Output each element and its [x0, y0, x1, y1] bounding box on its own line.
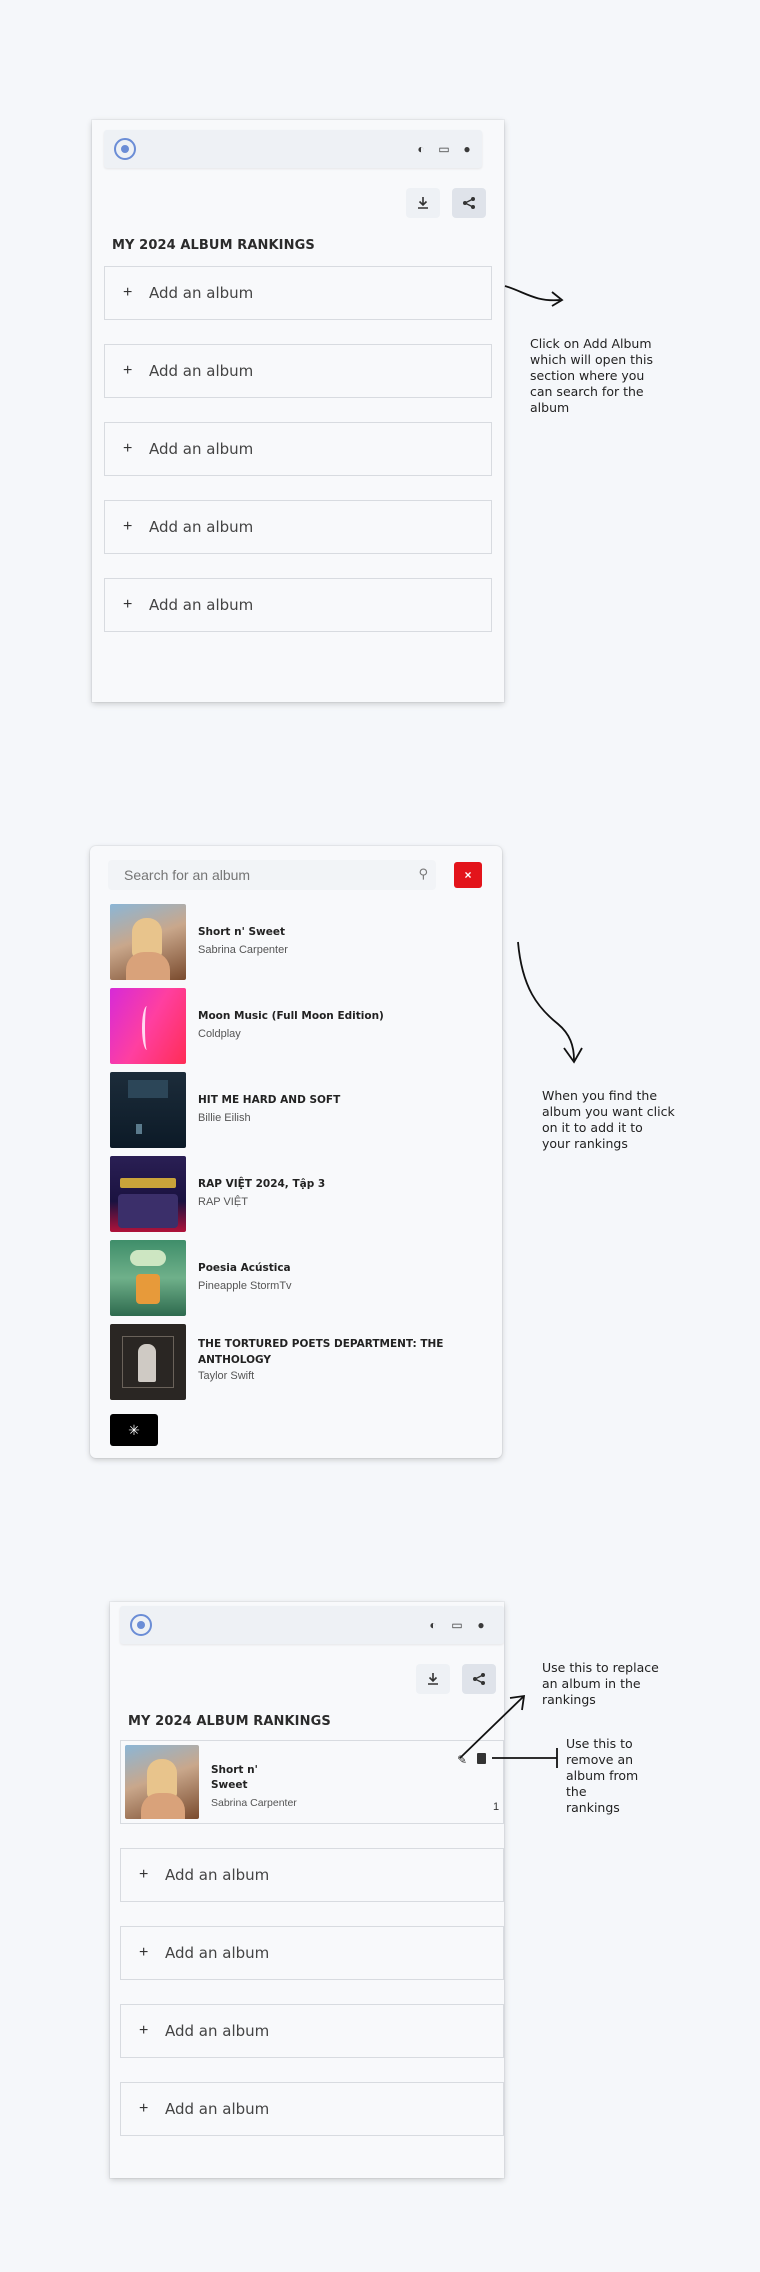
download-icon: [418, 197, 428, 209]
album-artist: Sabrina Carpenter: [198, 944, 288, 956]
search-result-6[interactable]: THE TORTURED POETS DEPARTMENT: THE ANTHO…: [110, 1324, 470, 1402]
search-input[interactable]: [108, 860, 436, 890]
app-logo-icon[interactable]: [130, 1614, 152, 1636]
album-artist: RAP VIỆT: [198, 1196, 248, 1208]
annotation-replace-album: Use this to replace an album in the rank…: [542, 1660, 659, 1707]
add-album-slot-4[interactable]: + Add an album: [104, 500, 492, 554]
rank-number: 1: [493, 1801, 500, 1813]
close-search-button[interactable]: ×: [454, 862, 482, 888]
search-result-1[interactable]: Short n' Sweet Sabrina Carpenter: [110, 904, 470, 982]
album-cover: [110, 988, 186, 1064]
ranked-album-artist: Sabrina Carpenter: [211, 1797, 297, 1809]
search-box[interactable]: ⚲: [108, 860, 436, 890]
ranked-album-card: Short n' Sweet Sabrina Carpenter ✎ 1: [120, 1740, 504, 1824]
album-artist: Billie Eilish: [198, 1112, 251, 1124]
download-button[interactable]: [406, 188, 440, 218]
album-cover: [110, 1156, 186, 1232]
plus-icon: +: [123, 518, 133, 535]
album-artist: Pineapple StormTv: [198, 1280, 292, 1292]
add-album-slot-2[interactable]: + Add an album: [104, 344, 492, 398]
close-icon: ×: [464, 868, 472, 882]
add-album-slot-2[interactable]: + Add an album: [120, 1848, 504, 1902]
album-title: RAP VIỆT 2024, Tập 3: [198, 1178, 326, 1190]
plus-icon: +: [139, 2022, 149, 2039]
album-title: Moon Music (Full Moon Edition): [198, 1010, 384, 1022]
album-search-panel: ⚲ × Short n' Sweet Sabrina Carpenter Moo…: [90, 846, 502, 1458]
plus-icon: +: [139, 2100, 149, 2117]
spinner-icon: ✳: [128, 1421, 140, 1438]
app-logo-icon[interactable]: [114, 138, 136, 160]
annotation-arrow-2: [517, 941, 583, 1064]
share-button[interactable]: [452, 188, 486, 218]
download-icon: [428, 1673, 438, 1685]
feedback-icon[interactable]: ▭: [437, 142, 451, 156]
annotation-select-album: When you find the album you want click o…: [542, 1088, 675, 1151]
plus-icon: +: [123, 440, 133, 457]
lightbulb-icon[interactable]: ●: [474, 1618, 488, 1632]
search-icon[interactable]: ⚲: [418, 866, 428, 882]
album-title: HIT ME HARD AND SOFT: [198, 1094, 341, 1106]
plus-icon: +: [123, 284, 133, 301]
album-title: Short n' Sweet: [198, 926, 285, 938]
app-header: ◐ ▭ ●: [104, 130, 482, 168]
rankings-panel-empty: ◐ ▭ ● MY 2024 ALBUM RANKINGS + Add an alb…: [92, 120, 504, 702]
search-result-3[interactable]: HIT ME HARD AND SOFT Billie Eilish: [110, 1072, 470, 1150]
annotation-remove-album: Use this to remove an album from the ran…: [566, 1736, 639, 1815]
search-result-5[interactable]: Poesia Acústica Pineapple StormTv: [110, 1240, 470, 1318]
rankings-heading: MY 2024 ALBUM RANKINGS: [112, 238, 315, 253]
album-cover: [125, 1745, 199, 1819]
plus-icon: +: [139, 1866, 149, 1883]
album-title: THE TORTURED POETS DEPARTMENT: THE ANTHO…: [198, 1338, 444, 1366]
album-artist: Coldplay: [198, 1028, 241, 1040]
rankings-heading: MY 2024 ALBUM RANKINGS: [128, 1714, 331, 1729]
lightbulb-icon[interactable]: ●: [460, 142, 474, 156]
ranked-album-title: Short n' Sweet: [211, 1764, 258, 1791]
add-album-slot-4[interactable]: + Add an album: [120, 2004, 504, 2058]
feedback-icon[interactable]: ▭: [450, 1618, 464, 1632]
share-icon: [463, 197, 475, 209]
add-album-slot-3[interactable]: + Add an album: [104, 422, 492, 476]
album-cover: [110, 1072, 186, 1148]
search-result-2[interactable]: Moon Music (Full Moon Edition) Coldplay: [110, 988, 470, 1066]
add-album-slot-5[interactable]: + Add an album: [104, 578, 492, 632]
add-album-slot-5[interactable]: + Add an album: [120, 2082, 504, 2136]
plus-icon: +: [123, 596, 133, 613]
album-artist: Taylor Swift: [198, 1370, 255, 1382]
theme-toggle-icon[interactable]: ◐: [426, 1618, 440, 1632]
app-header: ◐ ▭ ●: [120, 1606, 504, 1644]
plus-icon: +: [139, 1944, 149, 1961]
album-cover: [110, 1240, 186, 1316]
search-result-4[interactable]: RAP VIỆT 2024, Tập 3 RAP VIỆT: [110, 1156, 470, 1234]
annotation-add-album: Click on Add Album which will open this …: [530, 336, 653, 415]
load-more-button[interactable]: ✳: [110, 1414, 158, 1446]
download-button[interactable]: [416, 1664, 450, 1694]
album-cover: [110, 904, 186, 980]
plus-icon: +: [123, 362, 133, 379]
add-album-slot-3[interactable]: + Add an album: [120, 1926, 504, 1980]
add-album-slot-1[interactable]: + Add an album: [104, 266, 492, 320]
album-title: Poesia Acústica: [198, 1262, 291, 1274]
annotation-arrow-1: [504, 285, 564, 307]
rankings-panel-filled: ◐ ▭ ● MY 2024 ALBUM RANKINGS Short n' Sw…: [110, 1602, 504, 2178]
album-cover: [110, 1324, 186, 1400]
theme-toggle-icon[interactable]: ◐: [414, 142, 428, 156]
